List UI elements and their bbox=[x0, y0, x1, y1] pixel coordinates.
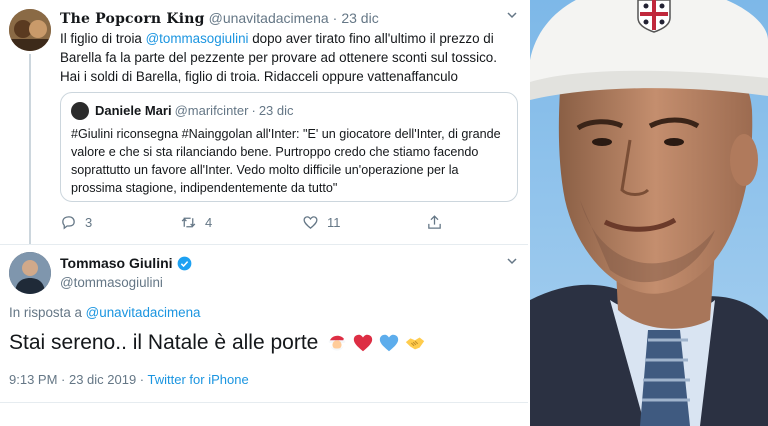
tweet2-text-body: Stai sereno.. il Natale è alle porte bbox=[9, 331, 319, 354]
quote-dot: · bbox=[251, 103, 256, 118]
avatar-popcorn-king[interactable] bbox=[9, 9, 51, 51]
santa-emoji bbox=[329, 335, 348, 351]
retweet-icon bbox=[181, 217, 196, 228]
photo-man-in-hard-hat bbox=[530, 0, 768, 426]
chevron-down-icon[interactable] bbox=[506, 254, 518, 270]
reply-prefix: In risposta a bbox=[9, 305, 86, 320]
reply-to-mention[interactable]: @unavitadacimena bbox=[86, 305, 201, 320]
tweet2-time[interactable]: 9:13 PM · 23 dic 2019 · bbox=[9, 372, 148, 387]
tweet-thread-panel: The Popcorn King @unavitadacimena · 23 dic … bbox=[0, 0, 528, 426]
tweet1-dot: · bbox=[332, 10, 338, 26]
reply-count: 3 bbox=[85, 215, 93, 230]
quote-text: #Giulini riconsegna #Nainggolan all'Inte… bbox=[71, 127, 501, 195]
red-heart-emoji bbox=[354, 334, 373, 352]
thread-line bbox=[29, 54, 31, 244]
reply-icon bbox=[62, 216, 75, 230]
reply-button[interactable]: 3 bbox=[60, 214, 92, 231]
like-button[interactable]: 11 bbox=[302, 214, 341, 231]
share-button[interactable] bbox=[426, 214, 451, 231]
bottom-separator bbox=[0, 402, 528, 403]
quote-date: 23 dic bbox=[258, 103, 294, 118]
tweet1-text-part: Il figlio di troia bbox=[60, 31, 146, 46]
chevron-down-icon[interactable] bbox=[506, 8, 518, 24]
reply-context: In risposta a @unavitadacimena bbox=[9, 305, 201, 320]
avatar-tommaso-giulini[interactable] bbox=[9, 252, 51, 294]
tweet-separator bbox=[0, 244, 528, 245]
tweet1-handle[interactable]: @unavitadacimena bbox=[209, 10, 329, 26]
verified-badge-icon bbox=[177, 256, 191, 270]
tweet2-text: Stai sereno.. il Natale è alle porte bbox=[9, 331, 426, 355]
retweet-count: 4 bbox=[205, 215, 213, 230]
tweet2-display-name[interactable]: Tommaso Giulini bbox=[60, 255, 173, 271]
retweet-button[interactable]: 4 bbox=[180, 214, 212, 231]
quote-avatar bbox=[71, 102, 89, 120]
tweet1-header: The Popcorn King @unavitadacimena · 23 dic bbox=[60, 10, 379, 27]
blue-heart-emoji bbox=[380, 334, 399, 352]
tweet1-mention[interactable]: @tommasogiulini bbox=[146, 31, 249, 46]
tweet1-date[interactable]: 23 dic bbox=[341, 10, 378, 26]
handshake-emoji bbox=[406, 337, 425, 350]
tweet2-source[interactable]: Twitter for iPhone bbox=[148, 372, 249, 387]
tweet1-text: Il figlio di troia @tommasogiulini dopo … bbox=[60, 29, 520, 86]
tweet2-meta: 9:13 PM · 23 dic 2019 · Twitter for iPho… bbox=[9, 372, 249, 387]
tweet2-header: Tommaso Giulini bbox=[60, 255, 192, 271]
tweet1-display-name[interactable]: The Popcorn King bbox=[60, 11, 205, 27]
like-count: 11 bbox=[327, 215, 341, 230]
quote-header: Daniele Mari @marifcinter · 23 dic bbox=[95, 103, 294, 118]
tweet1-actions: 3 4 11 bbox=[60, 214, 480, 236]
quoted-tweet-card[interactable]: Daniele Mari @marifcinter · 23 dic #Giulini… bbox=[60, 92, 518, 202]
share-icon bbox=[428, 215, 441, 229]
tweet2-handle[interactable]: @tommasogiulini bbox=[60, 275, 163, 290]
quote-display-name: Daniele Mari bbox=[95, 103, 172, 118]
quote-handle: @marifcinter bbox=[174, 103, 249, 118]
heart-outline-icon bbox=[303, 216, 318, 229]
